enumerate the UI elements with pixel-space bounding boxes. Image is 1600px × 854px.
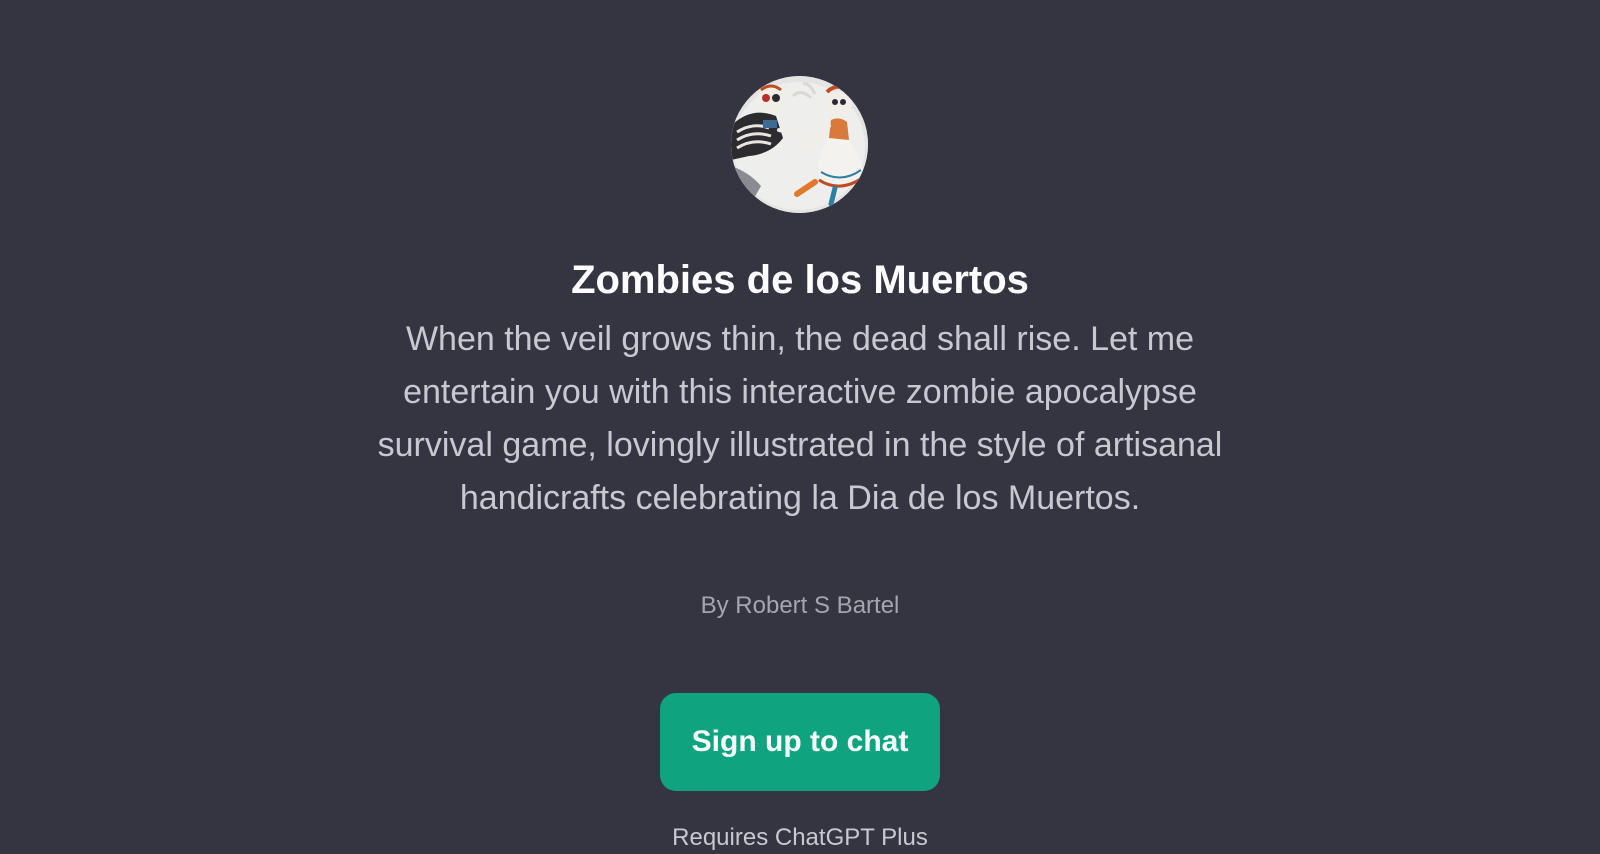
signup-to-chat-button[interactable]: Sign up to chat xyxy=(660,693,940,791)
gpt-landing-page: Zombies de los Muertos When the veil gro… xyxy=(0,0,1600,851)
author-byline: By Robert S Bartel xyxy=(700,592,900,619)
requires-plus-note: Requires ChatGPT Plus xyxy=(672,824,928,851)
gpt-title: Zombies de los Muertos xyxy=(571,258,1029,302)
gpt-description: When the veil grows thin, the dead shall… xyxy=(377,320,1223,517)
skeleton-figures-avatar-icon xyxy=(731,76,868,213)
gpt-avatar xyxy=(731,76,868,213)
